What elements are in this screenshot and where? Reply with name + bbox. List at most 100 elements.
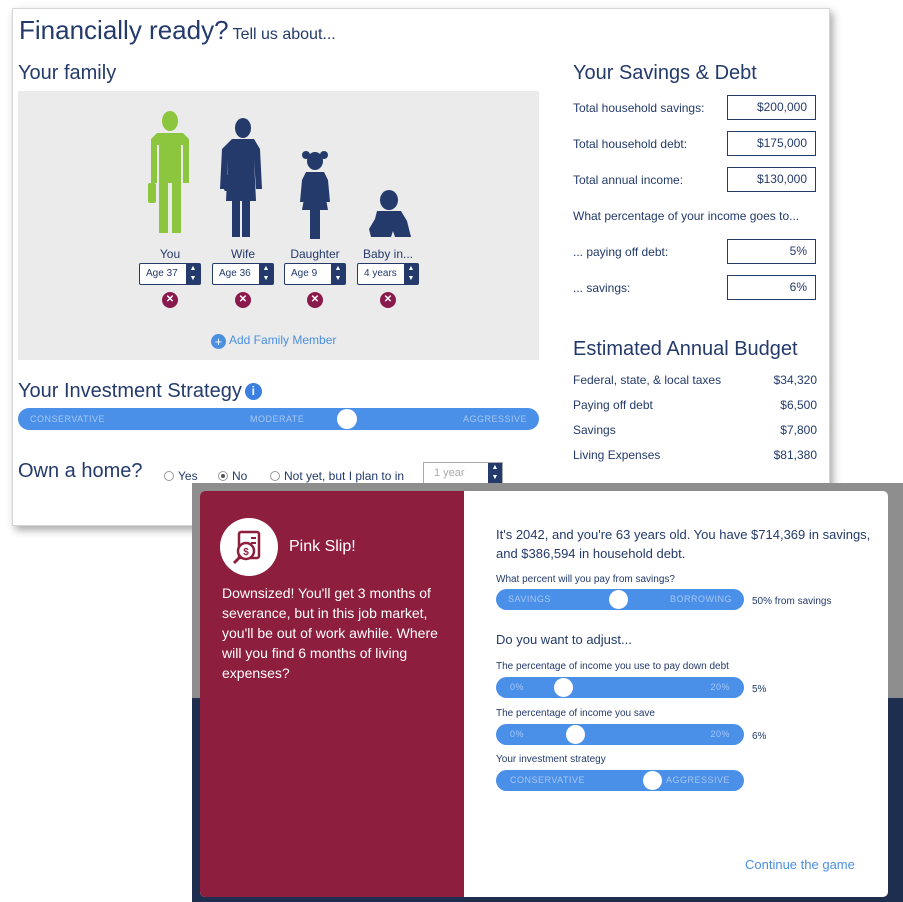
adjust-heading: Do you want to adjust... — [496, 632, 632, 647]
debt-input[interactable]: $175,000 — [727, 131, 816, 156]
slider-min-label: 0% — [510, 729, 525, 739]
debt-percent-input[interactable]: 5% — [727, 239, 816, 264]
baby-icon — [369, 190, 411, 237]
slider-min-label: 0% — [510, 682, 525, 692]
debt-percent-label: ... paying off debt: — [573, 245, 669, 259]
member-name: Wife — [231, 247, 255, 261]
slider-label-aggressive: AGGRESSIVE — [665, 775, 730, 785]
adjustment-panel: It's 2042, and you're 63 years old. You … — [464, 491, 888, 897]
member-name: Daughter — [290, 247, 340, 261]
strategy-slider-label: Your investment strategy — [496, 754, 606, 765]
slider-handle[interactable] — [337, 409, 357, 429]
slider-handle[interactable] — [609, 590, 628, 609]
stepper-arrows-icon[interactable]: ▲ ▼ — [259, 264, 273, 284]
age-value: Age 36 — [219, 268, 251, 279]
slider-handle[interactable] — [566, 725, 585, 744]
plus-icon: + — [211, 334, 226, 349]
age-select[interactable]: Age 9 ▲ ▼ — [284, 263, 346, 285]
page-title: Financially ready? Tell us about... — [19, 15, 336, 46]
slider-max-label: 20% — [710, 729, 730, 739]
strategy-heading-text: Your Investment Strategy — [18, 380, 242, 402]
modal-strategy-slider[interactable]: CONSERVATIVE AGGRESSIVE — [496, 770, 744, 791]
plan-year-value: 1 year — [434, 467, 465, 479]
slider-label-savings: SAVINGS — [508, 594, 551, 604]
income-label: Total annual income: — [573, 173, 684, 187]
adult-woman-icon — [220, 118, 262, 237]
age-select[interactable]: Age 37 ▲ ▼ — [139, 263, 201, 285]
slider-label-borrowing: BORROWING — [670, 594, 732, 604]
stepper-arrows-icon[interactable]: ▲ ▼ — [186, 264, 200, 284]
age-select[interactable]: 4 years ▲ ▼ — [357, 263, 419, 285]
pay-slider-value: 50% from savings — [752, 596, 832, 607]
title-text: Financially ready? — [19, 15, 229, 45]
adult-man-icon — [148, 111, 189, 233]
radio-no[interactable]: No — [218, 469, 247, 483]
pay-question: What percent will you pay from savings? — [496, 574, 675, 585]
stepper-arrows-icon[interactable]: ▲ ▼ — [331, 264, 345, 284]
savings-percent-input[interactable]: 6% — [727, 275, 816, 300]
add-family-member-button[interactable]: + Add Family Member — [211, 333, 336, 349]
debt-percent-slider[interactable]: 0% 20% — [496, 677, 744, 698]
investment-strategy-slider[interactable]: CONSERVATIVE MODERATE AGGRESSIVE — [18, 408, 539, 430]
radio-label: Not yet, but I plan to in — [284, 469, 405, 483]
pink-slip-icon: $ — [220, 518, 278, 576]
family-panel: You Age 37 ▲ ▼ ✕ Wife Age 36 ▲ ▼ ✕ Daugh… — [18, 91, 539, 360]
status-summary: It's 2042, and you're 63 years old. You … — [496, 527, 871, 561]
remove-member-icon[interactable]: ✕ — [162, 292, 178, 308]
add-member-label: Add Family Member — [229, 333, 337, 347]
budget-value: $34,320 — [773, 373, 817, 387]
continue-game-link[interactable]: Continue the game — [745, 857, 855, 872]
slider-label-aggressive: AGGRESSIVE — [462, 414, 527, 424]
age-select[interactable]: Age 36 ▲ ▼ — [212, 263, 274, 285]
radio-circle-selected[interactable] — [218, 471, 228, 481]
budget-label: Savings — [573, 423, 616, 437]
savings-input[interactable]: $200,000 — [727, 95, 816, 120]
member-name: Baby in... — [362, 247, 414, 261]
age-value: 4 years — [364, 268, 397, 279]
budget-label: Federal, state, & local taxes — [573, 373, 722, 387]
budget-label: Paying off debt — [573, 398, 653, 412]
savings-borrowing-slider[interactable]: SAVINGS BORROWING — [496, 589, 744, 610]
radio-label: Yes — [178, 469, 198, 483]
event-panel: $ Pink Slip! Downsized! You'll get 3 mon… — [200, 491, 464, 897]
debt-label: Total household debt: — [573, 137, 688, 151]
stepper-arrows-icon[interactable]: ▲ ▼ — [404, 264, 418, 284]
radio-yes[interactable]: Yes — [164, 469, 198, 483]
member-name: You — [159, 247, 181, 261]
debt-slider-value: 5% — [752, 684, 767, 695]
subtitle-text: Tell us about... — [232, 26, 336, 43]
info-icon[interactable]: i — [244, 383, 262, 400]
age-value: Age 9 — [291, 268, 318, 279]
plan-year-select[interactable]: 1 year ▲ ▼ — [423, 462, 503, 484]
savings-label: Total household savings: — [573, 101, 705, 115]
slider-handle[interactable] — [554, 678, 573, 697]
child-girl-icon — [300, 151, 330, 239]
budget-value: $7,800 — [780, 423, 817, 437]
age-value: Age 37 — [146, 268, 178, 279]
save-slider-value: 6% — [752, 731, 767, 742]
savings-debt-heading: Your Savings & Debt — [573, 62, 757, 84]
radio-label: No — [232, 469, 248, 483]
percent-question: What percentage of your income goes to..… — [573, 209, 800, 223]
income-input[interactable]: $130,000 — [727, 167, 816, 192]
strategy-heading: Your Investment Strategy i — [18, 380, 262, 403]
slider-handle[interactable] — [643, 771, 662, 790]
pink-slip-dialog: $ Pink Slip! Downsized! You'll get 3 mon… — [200, 491, 888, 897]
svg-text:$: $ — [243, 547, 249, 558]
remove-member-icon[interactable]: ✕ — [235, 292, 251, 308]
event-message: Downsized! You'll get 3 months of severa… — [222, 585, 438, 681]
remove-member-icon[interactable]: ✕ — [307, 292, 323, 308]
slider-label-moderate: MODERATE — [250, 414, 305, 424]
financial-setup-panel: Financially ready? Tell us about... Your … — [12, 8, 830, 526]
slider-label-conservative: CONSERVATIVE — [30, 414, 106, 424]
family-heading: Your family — [18, 62, 117, 84]
save-percent-slider[interactable]: 0% 20% — [496, 724, 744, 745]
remove-member-icon[interactable]: ✕ — [380, 292, 396, 308]
radio-circle[interactable] — [270, 471, 280, 481]
radio-circle[interactable] — [164, 471, 174, 481]
event-title: Pink Slip! — [289, 538, 356, 555]
slider-label-conservative: CONSERVATIVE — [510, 775, 586, 785]
budget-value: $81,380 — [773, 448, 817, 462]
stepper-arrows-icon[interactable]: ▲ ▼ — [488, 463, 502, 483]
radio-not-yet[interactable]: Not yet, but I plan to in — [270, 469, 404, 483]
